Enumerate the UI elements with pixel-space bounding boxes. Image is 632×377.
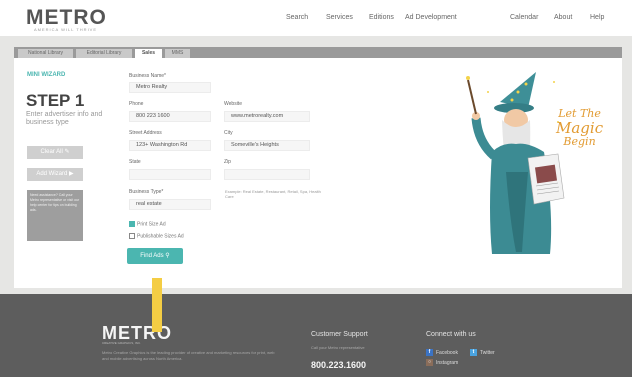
instagram-icon: ○ (426, 359, 433, 366)
instagram-label: Instagram (436, 359, 459, 366)
add-wizard-label: Add Wizard (36, 171, 68, 177)
nav-services[interactable]: Services (326, 14, 353, 21)
website-label: Website (224, 101, 242, 107)
tab-editorial-library[interactable]: Editorial Library (76, 49, 132, 58)
city-label: City (224, 130, 233, 136)
checkbox-checked-icon (129, 221, 135, 227)
nav-help[interactable]: Help (590, 14, 604, 21)
customer-support-heading: Customer Support (311, 331, 368, 338)
site-header: METRO AMERICA WILL THRIVE Search Service… (0, 0, 632, 36)
street-field[interactable]: 123+ Washington Rd (129, 140, 211, 151)
print-size-checkbox[interactable]: Print Size Ad (129, 221, 166, 227)
step-description: Enter advertiser info and business type (26, 111, 103, 126)
city-field[interactable]: Someville's Heights (224, 140, 310, 151)
phone-label: Phone (129, 101, 144, 107)
footer-about-text: Metro Creative Graphics is the leading p… (102, 350, 275, 361)
clear-all-button[interactable]: Clear All ✎ (27, 146, 83, 159)
instagram-link[interactable]: ○ Instagram (426, 359, 458, 366)
logo-text: METRO (26, 6, 107, 29)
find-ads-label: Find Ads (140, 253, 164, 259)
logo-tagline: AMERICA WILL THRIVE (34, 27, 98, 32)
support-phone[interactable]: 800.223.1600 (311, 360, 366, 370)
magic-line-3: Begin (563, 135, 596, 148)
business-type-label: Business Type* (129, 189, 164, 195)
facebook-link[interactable]: f Facebook (426, 349, 458, 356)
footer-logo-subtitle: CREATIVE GRAPHICS, INC. (102, 341, 141, 345)
phone-field[interactable]: 800 223 1600 (129, 111, 211, 122)
facebook-icon: f (426, 349, 433, 356)
mini-wizard-title: MINI WIZARD (27, 72, 66, 78)
tab-national-library[interactable]: National Library (18, 49, 73, 58)
zip-field[interactable] (224, 169, 310, 180)
publishable-sizes-label: Publishable Sizes Ad (137, 233, 184, 240)
nav-search[interactable]: Search (286, 14, 308, 21)
print-size-label: Print Size Ad (137, 221, 166, 228)
business-name-label: Business Name* (129, 73, 166, 79)
website-field[interactable]: www.metrorealty.com (224, 111, 310, 122)
highlight-pointer (152, 278, 162, 332)
connect-heading: Connect with us (426, 331, 476, 338)
business-name-field[interactable]: Metro Realty (129, 82, 211, 93)
tab-sales[interactable]: Sales (135, 49, 162, 58)
twitter-icon: t (470, 349, 477, 356)
tab-mms[interactable]: MMS (165, 49, 190, 58)
street-label: Street Address (129, 130, 162, 136)
wizard-illustration (466, 72, 565, 254)
twitter-link[interactable]: t Twitter (470, 349, 495, 356)
help-note: Need assistance? Call your Metro represe… (27, 190, 83, 241)
find-ads-button[interactable]: Find Ads ⚲ (127, 248, 183, 264)
business-type-field[interactable]: real estate (129, 199, 211, 210)
facebook-label: Facebook (436, 349, 458, 356)
nav-calendar[interactable]: Calendar (510, 14, 538, 21)
customer-support-text: Call your Metro representative (311, 345, 365, 350)
publishable-sizes-checkbox[interactable]: Publishable Sizes Ad (129, 233, 184, 239)
business-type-hint: Example: Real Estate, Restaurant, Retail… (225, 189, 321, 199)
zip-label: Zip (224, 159, 231, 165)
magic-tagline: Let The Magic Begin (556, 107, 603, 149)
step-heading: STEP 1 (26, 91, 85, 110)
nav-about[interactable]: About (554, 14, 572, 21)
checkbox-empty-icon (129, 233, 135, 239)
nav-ad-development[interactable]: Ad Development (405, 14, 457, 21)
add-wizard-button[interactable]: Add Wizard ▶ (27, 168, 83, 181)
magic-line-2: Magic (556, 119, 604, 137)
clear-all-label: Clear All (40, 149, 63, 155)
twitter-label: Twitter (480, 349, 495, 356)
state-field[interactable] (129, 169, 211, 180)
state-label: State (129, 159, 141, 165)
nav-editions[interactable]: Editions (369, 14, 394, 21)
